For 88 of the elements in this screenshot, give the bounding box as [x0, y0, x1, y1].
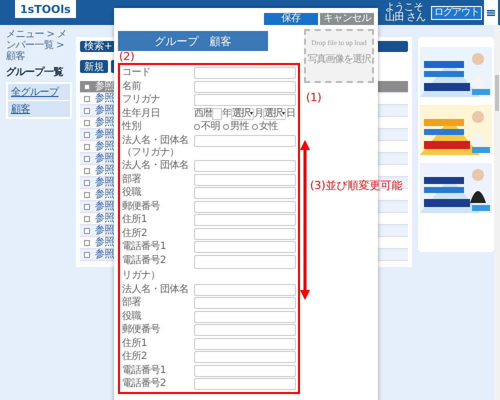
field-label: 部署 [122, 174, 142, 186]
field-label: 性別 [122, 121, 142, 133]
field-label: 法人名・団体名 [122, 284, 190, 296]
scrollbar[interactable] [494, 25, 500, 400]
field-label: 住所2 [122, 228, 148, 240]
checkbox[interactable] [84, 132, 90, 138]
menu-icon [487, 10, 495, 16]
field-label: 部署 [122, 297, 142, 309]
annotation-label: (1) [306, 92, 322, 103]
text-field[interactable] [194, 94, 296, 106]
checkbox[interactable] [84, 216, 90, 222]
checkbox[interactable] [84, 108, 90, 114]
text-field[interactable] [194, 134, 296, 146]
field-label: 生年月日 [122, 108, 161, 120]
era-label: 西暦 [194, 108, 212, 120]
text-field[interactable] [194, 310, 296, 322]
field-label: リガナ） [122, 270, 161, 282]
field-label: 名前 [122, 80, 142, 92]
field-label: 法人名・団体名（フリガナ） [122, 134, 190, 158]
checkbox[interactable] [84, 156, 90, 162]
text-field[interactable] [194, 80, 296, 92]
text-field[interactable] [194, 160, 296, 172]
text-field[interactable] [194, 351, 296, 363]
checkbox[interactable] [84, 120, 90, 126]
annotation-label: (2) [119, 51, 135, 62]
text-field[interactable] [194, 200, 296, 212]
field-label: 電話番号2 [122, 254, 167, 266]
text-field[interactable] [194, 228, 296, 240]
text-field[interactable] [194, 187, 296, 199]
radio-option[interactable]: 不明 [194, 121, 220, 133]
text-field[interactable] [194, 364, 296, 376]
cancel-button[interactable]: キャンセル [320, 13, 374, 25]
checkbox[interactable] [84, 180, 90, 186]
text-field[interactable] [194, 324, 296, 336]
checkbox[interactable] [84, 192, 90, 198]
caret-icon [250, 112, 253, 115]
text-field[interactable] [194, 284, 296, 296]
field-label: 郵便番号 [122, 200, 161, 212]
column-header: 参照 [94, 81, 115, 92]
sidebar-item[interactable]: 顧客 [8, 101, 70, 117]
menu-button[interactable] [484, 0, 498, 25]
text-area[interactable] [194, 254, 296, 268]
unit-label: 月 [254, 108, 263, 120]
field-label: 住所2 [122, 351, 148, 363]
field-label: 役職 [122, 187, 142, 199]
checkbox[interactable] [84, 240, 90, 246]
radio-option[interactable]: 男性 [223, 121, 249, 133]
field-label: 住所1 [122, 214, 148, 226]
field-label: 住所1 [122, 338, 148, 350]
save-button[interactable]: 保存 [264, 13, 318, 25]
radio-option[interactable]: 女性 [252, 121, 278, 133]
year-field[interactable] [212, 108, 222, 120]
unit-label: 年 [222, 108, 231, 120]
checkbox[interactable] [84, 84, 90, 90]
checkbox[interactable] [84, 168, 90, 174]
field-label: 法人名・団体名 [122, 160, 190, 172]
field-label: 電話番号1 [122, 364, 167, 376]
group-title: グループ 顧客 [118, 31, 268, 51]
unit-label: 日 [286, 108, 295, 120]
breadcrumb[interactable]: メニュー > メンバー一覧 > 顧客 [6, 29, 72, 62]
text-field[interactable] [194, 67, 296, 79]
field-label: フリガナ [122, 94, 161, 106]
sidebar-title: グループ一覧 [6, 65, 64, 79]
field-label: コード [122, 67, 152, 79]
text-field[interactable] [194, 174, 296, 186]
checkbox[interactable] [84, 96, 90, 102]
checkbox[interactable] [84, 144, 90, 150]
annotation-label: (3)並び順変更可能 [310, 180, 403, 191]
day-select[interactable]: 選択 [263, 108, 286, 120]
welcome-text: ようこそ山田 さん [385, 2, 427, 22]
field-label: 郵便番号 [122, 324, 161, 336]
logout-button[interactable]: ログアウト [431, 6, 482, 20]
text-field[interactable] [194, 214, 296, 226]
text-field[interactable] [194, 241, 296, 253]
field-label: 電話番号1 [122, 241, 167, 253]
month-select[interactable]: 選択 [231, 108, 254, 120]
checkbox[interactable] [84, 204, 90, 210]
field-label: 役職 [122, 310, 142, 322]
checkbox[interactable] [84, 228, 90, 234]
checkbox[interactable] [84, 252, 90, 258]
logo[interactable]: 1sTOOls [15, 0, 76, 18]
new-button[interactable]: 新規 [80, 60, 108, 73]
caret-icon [282, 112, 285, 115]
text-field[interactable] [194, 297, 296, 309]
text-field[interactable] [194, 378, 296, 390]
text-field[interactable] [194, 338, 296, 350]
field-label: 電話番号2 [122, 378, 167, 390]
sidebar-item[interactable]: 全グループ [8, 84, 70, 100]
